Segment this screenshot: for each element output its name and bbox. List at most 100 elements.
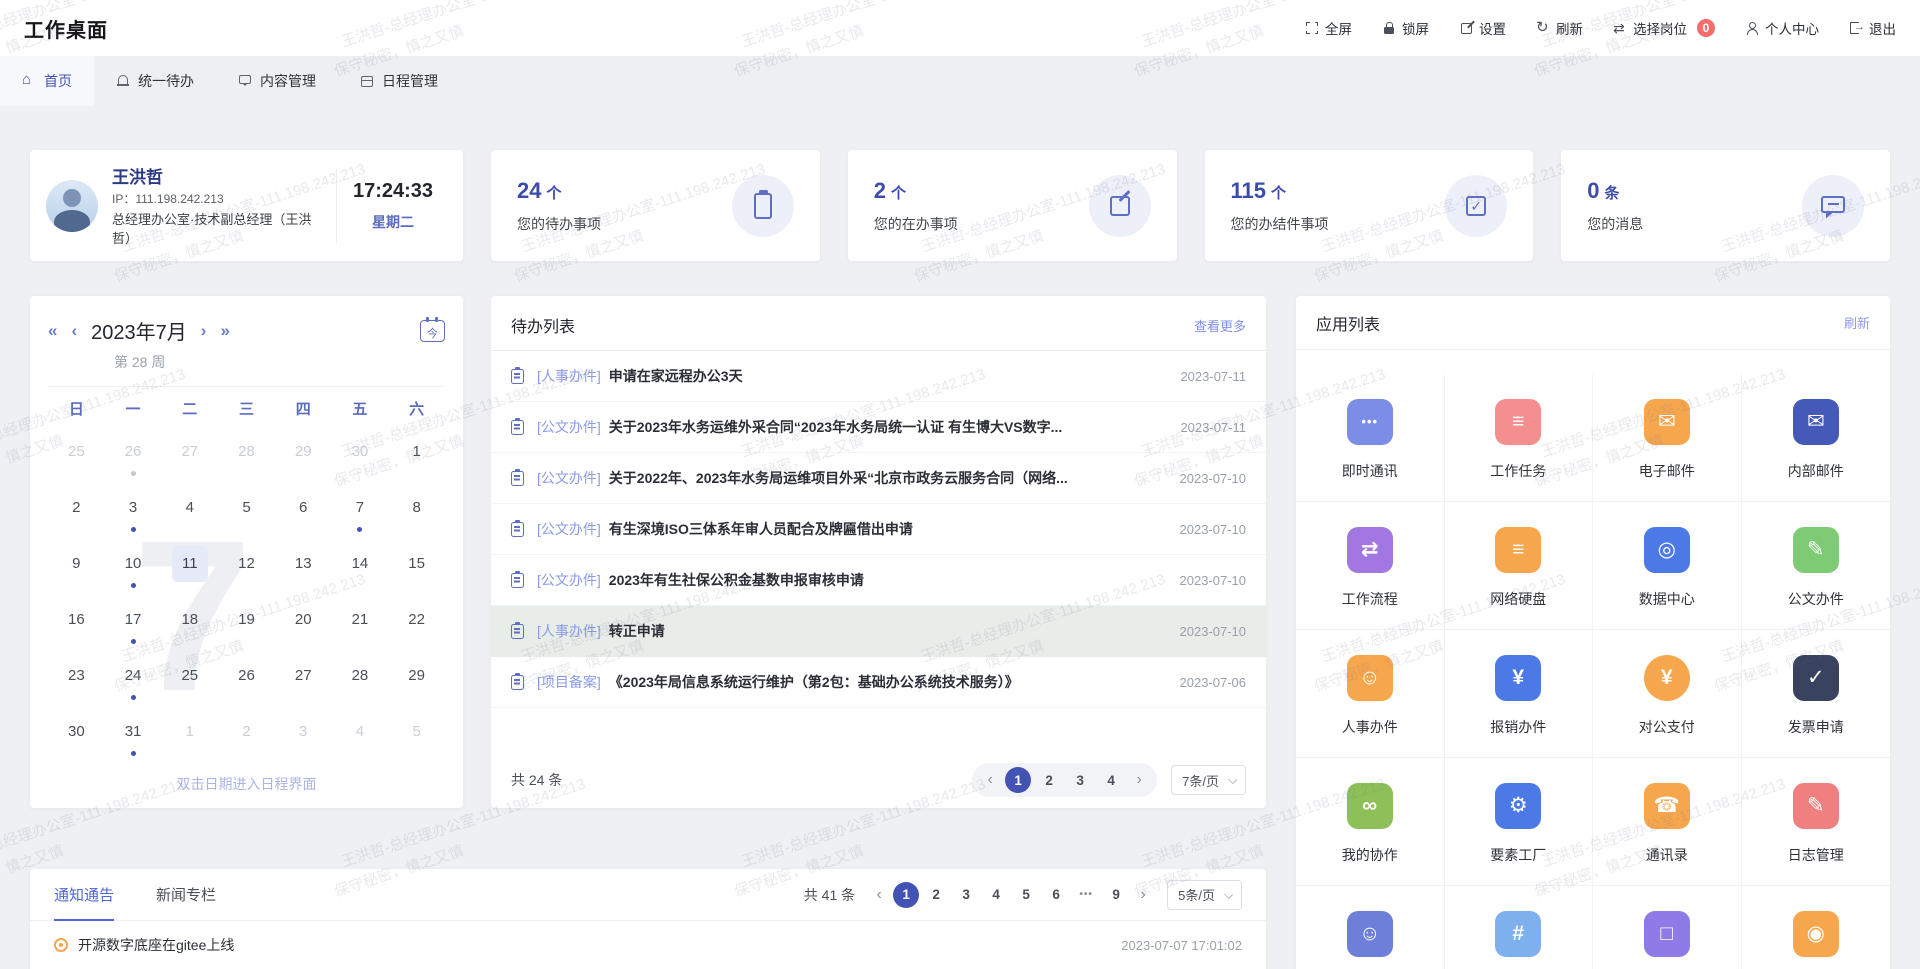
calendar-day[interactable]: 26: [105, 429, 162, 485]
app-cell-collab[interactable]: ∞我的协作: [1296, 758, 1445, 886]
todo-item[interactable]: [公文办件]关于2023年水务运维外采合同“2023年水务局统一认证 有生博大V…: [491, 402, 1266, 453]
app-cell-hr[interactable]: ☺人事办件: [1296, 630, 1445, 758]
calendar-day[interactable]: 5: [218, 485, 275, 541]
page-button[interactable]: 4: [1098, 767, 1124, 793]
page-button[interactable]: 5: [1013, 882, 1039, 908]
todo-item[interactable]: [公文办件]关于2022年、2023年水务局运维项目外采“北京市政务云服务合同（…: [491, 453, 1266, 504]
next-page-icon[interactable]: [1129, 767, 1149, 793]
page-button[interactable]: 3: [953, 882, 979, 908]
calendar-day[interactable]: 20: [275, 597, 332, 653]
calendar-day[interactable]: 27: [161, 429, 218, 485]
calendar-day[interactable]: 16: [48, 597, 105, 653]
calendar-day[interactable]: 2: [218, 709, 275, 765]
header-action-settings[interactable]: 设置: [1459, 18, 1506, 38]
calendar-day[interactable]: 3: [105, 485, 162, 541]
header-action-fullscreen[interactable]: 全屏: [1305, 18, 1352, 38]
app-cell-journal[interactable]: ✎日志管理: [1742, 758, 1891, 886]
calendar-day[interactable]: 2: [48, 485, 105, 541]
page-button[interactable]: 4: [983, 882, 1009, 908]
app-cell-internal-mail[interactable]: ✉内部邮件: [1742, 374, 1891, 502]
app-cell-reimburse[interactable]: ¥报销办件: [1445, 630, 1594, 758]
todo-item[interactable]: [人事办件]转正申请2023-07-10: [491, 606, 1266, 657]
calendar-day[interactable]: 4: [161, 485, 218, 541]
notice-tab-news[interactable]: 新闻专栏: [156, 869, 216, 921]
header-action-job[interactable]: 选择岗位0: [1613, 18, 1715, 38]
next-month-icon[interactable]: [201, 322, 207, 339]
app-cell-stamp[interactable]: ◉: [1742, 886, 1891, 969]
app-cell-data-center[interactable]: ◎数据中心: [1593, 502, 1742, 630]
calendar-day[interactable]: 1: [388, 429, 445, 485]
todo-item[interactable]: [项目备案]《2023年局信息系统运行维护（第2包：基础办公系统技术服务）》20…: [491, 657, 1266, 708]
prev-year-icon[interactable]: [48, 322, 57, 339]
tab-schedule[interactable]: 日程管理: [338, 56, 460, 106]
calendar-day[interactable]: 5: [388, 709, 445, 765]
next-year-icon[interactable]: [220, 322, 229, 339]
calendar-day[interactable]: 15: [388, 541, 445, 597]
calendar-day[interactable]: 6: [275, 485, 332, 541]
calendar-day[interactable]: 1: [161, 709, 218, 765]
page-size-select[interactable]: 7条/页: [1171, 765, 1246, 795]
page-button[interactable]: 3: [1067, 767, 1093, 793]
tab-home[interactable]: 首页: [0, 56, 94, 106]
header-action-lock[interactable]: 锁屏: [1382, 18, 1429, 38]
app-cell-factory[interactable]: ⚙要素工厂: [1445, 758, 1594, 886]
app-cell-task[interactable]: ≡工作任务: [1445, 374, 1594, 502]
notice-tab-announcements[interactable]: 通知通告: [54, 869, 114, 921]
calendar-day[interactable]: 31: [105, 709, 162, 765]
calendar-day[interactable]: 10: [105, 541, 162, 597]
tab-todo[interactable]: 统一待办: [94, 56, 216, 106]
calendar-day[interactable]: 4: [332, 709, 389, 765]
calendar-day[interactable]: 3: [275, 709, 332, 765]
calendar-day[interactable]: 22: [388, 597, 445, 653]
page-button[interactable]: 9: [1103, 882, 1129, 908]
calendar-day[interactable]: 8: [388, 485, 445, 541]
prev-page-icon[interactable]: [980, 767, 1000, 793]
header-action-profile[interactable]: 个人中心: [1745, 18, 1819, 38]
app-cell-invoice[interactable]: ✓发票申请: [1742, 630, 1891, 758]
todo-item[interactable]: [公文办件]有生深境ISO三体系年审人员配合及牌匾借出申请2023-07-10: [491, 504, 1266, 555]
calendar-day[interactable]: 17: [105, 597, 162, 653]
todo-item[interactable]: [公文办件]2023年有生社保公积金基数申报审核申请2023-07-10: [491, 555, 1266, 606]
view-more-link[interactable]: 查看更多: [1194, 316, 1246, 335]
calendar-day[interactable]: 21: [332, 597, 389, 653]
app-cell-netdisk[interactable]: ≡网络硬盘: [1445, 502, 1594, 630]
app-cell-document[interactable]: ✎公文办件: [1742, 502, 1891, 630]
calendar-day[interactable]: 23: [48, 653, 105, 709]
page-button[interactable]: 6: [1043, 882, 1069, 908]
calendar-day[interactable]: 9: [48, 541, 105, 597]
prev-page-icon[interactable]: [869, 882, 889, 908]
next-page-icon[interactable]: [1133, 882, 1153, 908]
header-action-logout[interactable]: 退出: [1849, 18, 1896, 38]
pager-ellipsis[interactable]: •••: [1073, 882, 1099, 908]
app-cell-monitor[interactable]: □: [1593, 886, 1742, 969]
today-icon[interactable]: [420, 320, 445, 342]
header-action-refresh[interactable]: 刷新: [1536, 18, 1583, 38]
app-cell-chat[interactable]: •••即时通讯: [1296, 374, 1445, 502]
calendar-day[interactable]: 29: [388, 653, 445, 709]
page-button[interactable]: 2: [923, 882, 949, 908]
page-button[interactable]: 1: [893, 882, 919, 908]
app-cell-contacts[interactable]: ☎通讯录: [1593, 758, 1742, 886]
page-button[interactable]: 2: [1036, 767, 1062, 793]
calendar-day[interactable]: 29: [275, 429, 332, 485]
calendar-day[interactable]: 26: [218, 653, 275, 709]
calendar-day[interactable]: 24: [105, 653, 162, 709]
notice-page-size-select[interactable]: 5条/页: [1167, 880, 1242, 910]
calendar-day[interactable]: 11: [161, 541, 218, 597]
apps-refresh-link[interactable]: 刷新: [1844, 313, 1870, 332]
app-cell-email[interactable]: ✉电子邮件: [1593, 374, 1742, 502]
prev-month-icon[interactable]: [71, 322, 77, 339]
tab-content[interactable]: 内容管理: [216, 56, 338, 106]
notice-item[interactable]: 开源数字底座在gitee上线2023-07-07 17:01:02: [54, 921, 1242, 969]
calendar-day[interactable]: 18: [161, 597, 218, 653]
calendar-day[interactable]: 12: [218, 541, 275, 597]
app-cell-team[interactable]: ☺: [1296, 886, 1445, 969]
page-button[interactable]: 1: [1005, 767, 1031, 793]
calendar-day[interactable]: 25: [161, 653, 218, 709]
app-cell-workflow[interactable]: ⇄工作流程: [1296, 502, 1445, 630]
calendar-day[interactable]: 14: [332, 541, 389, 597]
calendar-day[interactable]: 19: [218, 597, 275, 653]
calendar-day[interactable]: 28: [218, 429, 275, 485]
calendar-day[interactable]: 28: [332, 653, 389, 709]
calendar-day[interactable]: 30: [48, 709, 105, 765]
